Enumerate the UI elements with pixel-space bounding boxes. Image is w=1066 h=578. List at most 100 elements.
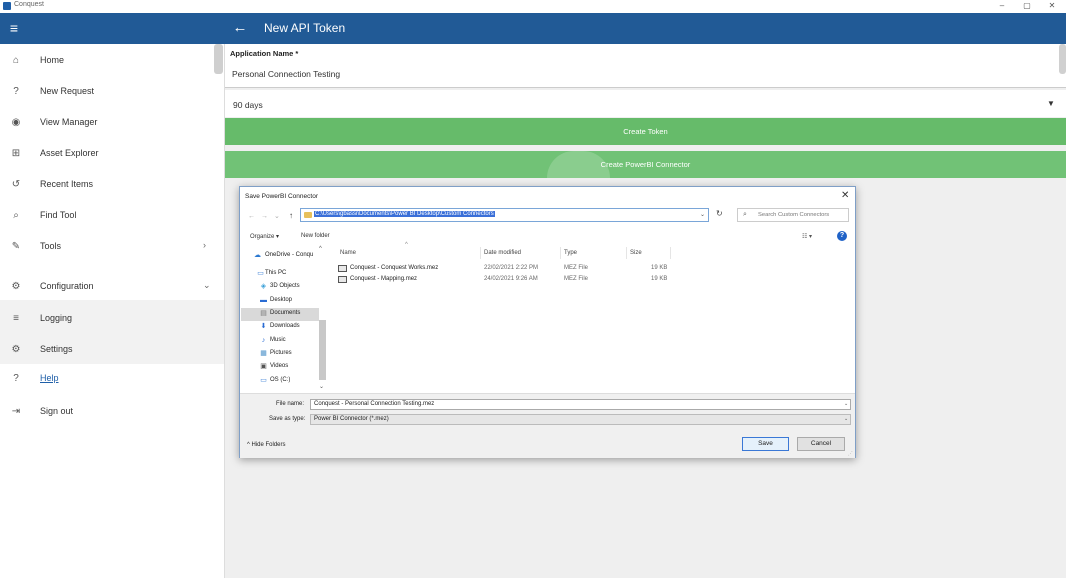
duration-select[interactable]: 90 days ▼ [225,90,1066,117]
sidebar-item-settings[interactable]: ⚙ Settings [0,336,224,364]
window-title: Conquest [14,1,44,8]
column-header-name[interactable]: Name [340,250,356,256]
tree-item-label: OneDrive - Conqu [265,252,314,258]
tree-item-documents[interactable]: ▤ Documents [240,308,320,321]
column-divider[interactable] [560,247,561,259]
application-name-input[interactable]: Personal Connection Testing [232,69,340,79]
sidebar-item-view-manager[interactable]: ◉ View Manager [0,109,224,137]
sidebar-item-tools[interactable]: ✎ Tools › [0,233,224,261]
back-forward-icon[interactable]: ←→⌄ [248,212,286,220]
document-icon: ▤ [260,310,267,317]
tree-item-label: Pictures [270,350,292,356]
file-name: Conquest - Mapping.mez [350,276,418,282]
create-token-button[interactable]: Create Token [225,118,1066,145]
form-scrollbar[interactable] [1059,44,1066,74]
file-name-label: File name: [276,401,305,407]
create-powerbi-connector-button[interactable]: Create PowerBI Connector [225,151,1066,178]
tree-item-os-c[interactable]: ▭ OS (C:) [240,375,320,388]
back-arrow-icon[interactable]: ← [231,19,249,37]
sidebar-item-help[interactable]: ? Help [0,365,224,393]
save-type-label: Save as type: [269,416,306,422]
maximize-button[interactable]: ▢ [1020,0,1034,13]
sidebar-item-label: Sign out [40,406,74,416]
tree-item-desktop[interactable]: ▬ Desktop [240,295,320,308]
file-type: MEZ File [564,276,588,282]
tree-item-pictures[interactable]: ▦ Pictures [240,348,320,361]
hide-folders-label: Hide Folders [251,442,286,448]
save-type-select[interactable]: Power BI Connector (*.mez) ⌄ [310,414,851,425]
help-circle-icon: ? [13,86,19,97]
file-type: MEZ File [564,265,588,271]
sidebar-item-find-tool[interactable]: ⌕ Find Tool [0,202,224,230]
sidebar-item-asset-explorer[interactable]: ⊞ Asset Explorer [0,140,224,168]
sidebar-item-label: New Request [40,86,95,96]
refresh-icon[interactable]: ↻ [716,209,723,218]
hierarchy-icon: ⊞ [11,148,21,159]
application-name-field[interactable]: Application Name * Personal Connection T… [225,44,1066,88]
help-icon[interactable]: ? [837,231,847,241]
file-row[interactable]: Conquest - Mapping.mez 24/02/2021 9:26 A… [338,275,678,286]
sidebar-item-logging[interactable]: ≡ Logging [0,305,224,333]
file-name-input[interactable]: Conquest - Personal Connection Testing.m… [310,399,851,410]
eye-icon: ◉ [11,117,21,128]
navigation-pane: ☁ OneDrive - Conqu ▭ This PC ◈ 3D Object… [240,245,328,393]
sidebar-item-label: Asset Explorer [40,148,99,158]
tree-item-this-pc[interactable]: ▭ This PC [240,268,320,281]
app-logo-icon [3,2,11,10]
search-icon: ⌕ [13,210,19,221]
tree-item-label: Downloads [270,323,300,329]
tree-item-videos[interactable]: ▣ Videos [240,361,320,374]
organize-button[interactable]: Organize ▾ [250,233,279,240]
tree-item-onedrive[interactable]: ☁ OneDrive - Conqu [240,250,320,263]
cancel-button[interactable]: Cancel [797,437,845,451]
tree-item-3d-objects[interactable]: ◈ 3D Objects [240,281,320,294]
close-window-button[interactable]: ✕ [1045,0,1059,13]
tree-item-downloads[interactable]: ⬇ Downloads [240,321,320,334]
column-divider[interactable] [670,247,671,259]
scroll-up-icon[interactable]: ^ [319,246,322,252]
hamburger-menu-icon[interactable]: ≡ [6,20,22,36]
sidebar-item-label: View Manager [40,117,98,127]
save-dialog: Save PowerBI Connector ✕ ←→⌄ ↑ C:\Users\… [239,186,856,458]
desktop-icon: ▬ [260,297,267,304]
address-path[interactable]: C:\Users\gbassi\Documents\Power BI Deskt… [314,211,495,217]
wrench-icon: ✎ [11,241,21,252]
sidebar-item-home[interactable]: ⌂ Home [0,47,224,75]
page-title: New API Token [264,21,346,35]
column-header-size[interactable]: Size [630,250,642,256]
download-icon: ⬇ [260,323,267,330]
sort-arrow-icon: ^ [405,242,408,248]
gear-icon: ⚙ [11,281,21,292]
file-name-value: Conquest - Personal Connection Testing.m… [314,401,435,407]
sidebar-item-new-request[interactable]: ? New Request [0,78,224,106]
up-arrow-icon[interactable]: ↑ [289,211,293,220]
save-button[interactable]: Save [742,437,789,451]
computer-icon: ▭ [257,270,264,277]
file-row[interactable]: Conquest - Conquest Works.mez 22/02/2021… [338,264,678,275]
new-folder-button[interactable]: New folder [301,233,330,239]
chevron-down-icon[interactable]: ⌄ [700,211,705,218]
view-options-icon[interactable]: ☷ ▾ [802,233,812,240]
column-header-date[interactable]: Date modified [484,250,521,256]
hide-folders-button[interactable]: ^ Hide Folders [247,442,286,448]
chevron-down-icon[interactable]: ⌄ [844,401,848,407]
column-header-type[interactable]: Type [564,250,577,256]
minimize-button[interactable]: – [995,0,1009,13]
resize-grip-icon[interactable]: ⋰ [848,451,853,457]
close-icon[interactable]: ✕ [841,190,849,201]
dialog-footer: File name: Conquest - Personal Connectio… [240,393,855,458]
column-divider[interactable] [626,247,627,259]
sidebar-item-configuration[interactable]: ⚙ Configuration ⌄ [0,273,224,301]
sidebar-item-sign-out[interactable]: ⇥ Sign out [0,398,224,426]
scroll-down-icon[interactable]: ⌄ [319,383,324,390]
list-icon: ≡ [13,313,19,324]
address-bar[interactable]: C:\Users\gbassi\Documents\Power BI Deskt… [300,208,709,222]
navigation-scrollbar[interactable] [319,320,326,380]
sidebar-item-recent-items[interactable]: ↺ Recent Items [0,171,224,199]
sidebar-item-label: Help [40,373,59,383]
column-divider[interactable] [480,247,481,259]
search-input[interactable]: ⌕ Search Custom Connectors [737,208,849,222]
tree-item-music[interactable]: ♪ Music [240,335,320,348]
cloud-icon: ☁ [254,252,261,259]
tree-item-label: This PC [265,270,287,276]
